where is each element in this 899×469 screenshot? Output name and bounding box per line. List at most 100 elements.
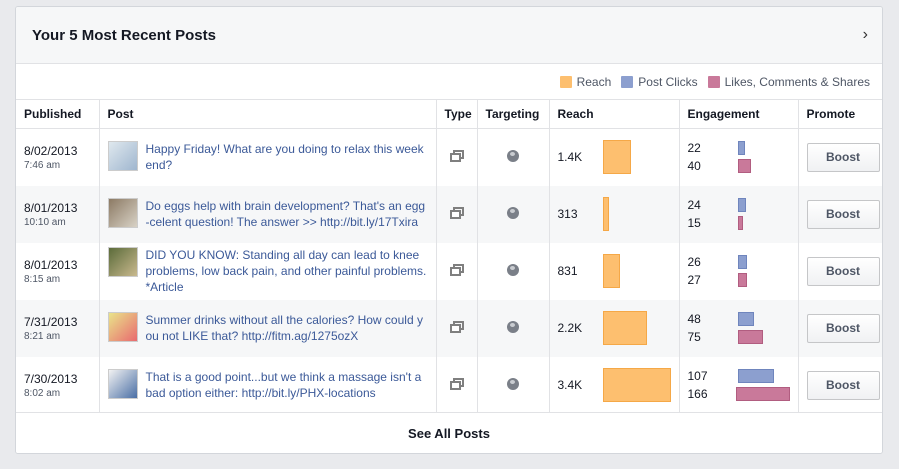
chevron-right-icon[interactable]: ›	[863, 26, 868, 44]
post-clicks-bar	[737, 369, 774, 383]
panel-header: Your 5 Most Recent Posts ›	[16, 7, 882, 64]
globe-icon	[507, 263, 519, 276]
legend-label: Post Clicks	[638, 74, 698, 89]
likes-comments-shares-bar	[737, 330, 763, 344]
legend: Reach Post Clicks Likes, Comments & Shar…	[16, 64, 882, 99]
promote-cell: Boost	[798, 186, 882, 243]
promote-cell: Boost	[798, 300, 882, 357]
shared-link-type-icon	[449, 377, 464, 390]
engagement-cell: 22 40	[679, 128, 799, 186]
shared-link-type-icon	[449, 263, 464, 276]
col-header-reach[interactable]: Reach	[549, 99, 680, 129]
reach-value: 2.2K	[557, 321, 583, 335]
post-text-link[interactable]: Happy Friday! What are you doing to rela…	[146, 141, 428, 173]
published-date: 7/30/2013	[24, 371, 78, 386]
likes-comments-shares-value: 75	[687, 330, 701, 344]
table-row: 8/01/2013 10:10 am Do eggs help with bra…	[16, 185, 882, 243]
likes-comments-shares-value: 166	[687, 387, 708, 401]
likes-comments-shares-bar	[737, 273, 747, 287]
published-time: 8:15 am	[24, 273, 61, 285]
post-thumbnail[interactable]	[107, 198, 138, 228]
post-cell: That is a good point...but we think a ma…	[99, 356, 437, 414]
post-thumbnail[interactable]	[107, 312, 138, 342]
legend-swatch	[621, 75, 634, 88]
post-clicks-value: 22	[687, 141, 701, 156]
likes-comments-shares-value: 15	[687, 216, 701, 230]
panel-title: Your 5 Most Recent Posts	[32, 26, 216, 44]
engagement-cell: 24 15	[679, 185, 799, 243]
published-date: 8/02/2013	[24, 143, 78, 158]
globe-icon	[507, 377, 519, 390]
reach-value: 831	[557, 264, 578, 278]
published-cell: 7/30/2013 8:02 am	[16, 356, 100, 414]
globe-icon	[507, 320, 519, 333]
table-row: 7/30/2013 8:02 am That is a good point..…	[16, 356, 882, 414]
published-date: 8/01/2013	[24, 257, 78, 272]
post-cell: Summer drinks without all the calories? …	[99, 299, 437, 357]
type-cell	[436, 128, 478, 186]
post-thumbnail[interactable]	[107, 247, 138, 277]
legend-swatch	[707, 75, 720, 88]
col-header-post[interactable]: Post	[99, 99, 437, 129]
col-header-published[interactable]: Published	[16, 99, 100, 129]
published-time: 8:02 am	[24, 387, 61, 399]
published-date: 7/31/2013	[24, 314, 78, 329]
shared-link-type-icon	[449, 206, 464, 219]
post-thumbnail[interactable]	[107, 141, 138, 172]
globe-icon	[507, 206, 519, 219]
post-thumbnail[interactable]	[107, 369, 138, 399]
boost-button[interactable]: Boost	[806, 256, 880, 286]
published-cell: 8/01/2013 10:10 am	[16, 185, 100, 243]
table-row: 7/31/2013 8:21 am Summer drinks without …	[16, 299, 882, 357]
post-text-link[interactable]: DID YOU KNOW: Standing all day can lead …	[146, 247, 428, 295]
reach-cell: 3.4K	[549, 356, 680, 414]
boost-button[interactable]: Boost	[806, 199, 880, 229]
post-clicks-bar	[737, 255, 747, 269]
boost-button[interactable]: Boost	[806, 370, 880, 400]
promote-cell: Boost	[798, 357, 882, 414]
post-text-link[interactable]: Do eggs help with brain development? Tha…	[146, 198, 428, 230]
table-row: 8/01/2013 8:15 am DID YOU KNOW: Standing…	[16, 242, 882, 300]
targeting-cell	[477, 299, 550, 357]
type-cell	[436, 299, 478, 357]
post-clicks-value: 107	[687, 369, 708, 383]
type-cell	[436, 356, 478, 414]
post-cell: DID YOU KNOW: Standing all day can lead …	[99, 242, 437, 300]
likes-comments-shares-value: 27	[687, 273, 701, 287]
published-cell: 7/31/2013 8:21 am	[16, 299, 100, 357]
engagement-cell: 48 75	[679, 299, 799, 357]
published-time: 7:46 am	[24, 159, 61, 171]
shared-link-type-icon	[449, 320, 464, 333]
post-text-link[interactable]: That is a good point...but we think a ma…	[146, 369, 428, 401]
reach-bar	[602, 368, 671, 402]
reach-cell: 831	[549, 242, 680, 300]
published-cell: 8/01/2013 8:15 am	[16, 242, 100, 300]
col-header-targeting[interactable]: Targeting	[477, 99, 550, 129]
globe-icon	[507, 149, 519, 162]
reach-value: 1.4K	[557, 150, 583, 165]
boost-button[interactable]: Boost	[806, 313, 880, 343]
type-cell	[436, 185, 478, 243]
see-all-posts-link[interactable]: See All Posts	[16, 412, 882, 453]
published-time: 8:21 am	[24, 330, 61, 342]
reach-cell: 313	[549, 185, 680, 243]
targeting-cell	[477, 128, 550, 186]
promote-cell: Boost	[798, 129, 882, 186]
promote-cell: Boost	[798, 243, 882, 300]
reach-bar	[602, 197, 609, 231]
boost-button[interactable]: Boost	[806, 142, 880, 172]
reach-value: 3.4K	[557, 378, 583, 392]
reach-bar	[602, 311, 647, 345]
legend-label: Likes, Comments & Shares	[724, 74, 870, 89]
col-header-promote[interactable]: Promote	[798, 99, 882, 129]
col-header-engagement[interactable]: Engagement	[679, 99, 799, 129]
posts-table: Published Post Type Targeting Reach Enga…	[16, 99, 882, 414]
legend-swatch	[559, 75, 572, 88]
col-header-type[interactable]: Type	[436, 99, 478, 129]
post-clicks-bar	[737, 198, 746, 212]
type-cell	[436, 242, 478, 300]
targeting-cell	[477, 185, 550, 243]
post-text-link[interactable]: Summer drinks without all the calories? …	[146, 312, 428, 344]
targeting-cell	[477, 242, 550, 300]
targeting-cell	[477, 356, 550, 414]
